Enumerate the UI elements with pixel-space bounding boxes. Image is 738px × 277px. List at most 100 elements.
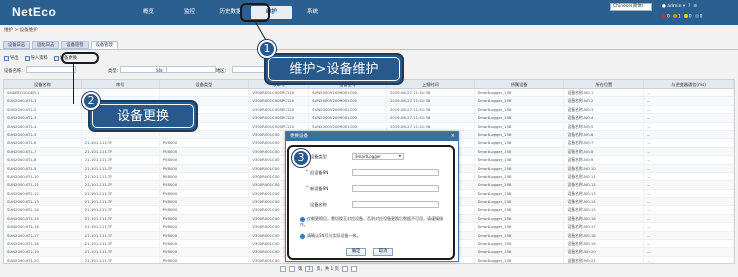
table-cell: 21-101-111-TF	[82, 214, 160, 223]
alarm-minor[interactable]: 0	[683, 14, 692, 20]
page-input[interactable]: 1	[305, 266, 314, 272]
last-page-button[interactable]	[350, 266, 357, 272]
table-cell: 21-101-111-TF	[82, 172, 160, 181]
breadcrumb: 维护 > 设备维护	[4, 28, 38, 33]
table-cell: SUN2000V200R001C00	[309, 122, 387, 130]
table-cell: --	[644, 231, 734, 240]
nav-overview[interactable]: 概览	[128, 6, 169, 19]
table-cell: SmartLogger_158	[475, 198, 565, 206]
table-cell: SmartLogger_158	[475, 172, 565, 181]
table-cell: SmartLogger_158	[475, 164, 565, 172]
table-cell: --	[644, 223, 734, 231]
table-cell: 设备名称-NO.9	[564, 156, 645, 164]
user-menu[interactable]: ● admin ▾ ? ≡	[662, 4, 697, 9]
col-header[interactable]: 所在位置	[564, 80, 645, 88]
table-cell: 21-101-111-TF	[82, 189, 160, 198]
export-icon	[4, 55, 9, 61]
table-cell: SUN2000V200R001C00	[309, 97, 387, 105]
table-cell: SmartLogger_158	[475, 122, 565, 130]
table-cell: 设备名称-NO.21	[564, 256, 645, 263]
first-page-button[interactable]	[280, 266, 286, 272]
table-cell: 设备名称-NO.10	[564, 164, 645, 172]
next-page-button[interactable]	[341, 266, 348, 272]
table-cell: V300R001C00SPC120	[249, 97, 310, 105]
step-badge-2: 2	[82, 92, 100, 110]
step-badge-1: 1	[258, 40, 276, 58]
table-cell: SUN2000-KTL-2	[4, 105, 82, 114]
help-icon[interactable]: ?	[687, 4, 690, 9]
alarm-warning[interactable]: 0	[694, 14, 703, 20]
filter-label-name: 设备名称：	[4, 69, 26, 74]
table-cell: SUN2000-KTL-12	[4, 189, 82, 198]
table-cell: SmartLogger_158	[475, 189, 565, 198]
table-cell: --	[644, 189, 734, 198]
table-cell: SUN2000-KTL-17	[4, 231, 82, 240]
tab-device-log[interactable]: 设备日志	[3, 41, 31, 49]
table-cell	[160, 130, 250, 139]
user-name: admin	[667, 4, 682, 9]
table-cell: --	[644, 89, 734, 97]
table-cell: PV8000	[160, 156, 250, 164]
tab-solidified-log[interactable]: 固化日志	[32, 41, 60, 49]
tab-device-inspection[interactable]: 设备巡检	[61, 41, 89, 49]
table-cell: SmartLogger_158	[475, 206, 565, 214]
table-cell: SmartLogger_158	[475, 240, 565, 248]
table-cell: 设备名称-NO.5	[564, 122, 645, 130]
table-cell: --	[644, 172, 734, 181]
table-cell: SmartLogger_158	[475, 256, 565, 263]
tab-device-management[interactable]: 设备管理	[90, 41, 118, 49]
col-header[interactable]: 设备类型	[160, 80, 250, 88]
table-cell: --	[644, 164, 734, 172]
col-header[interactable]: 所属设备	[475, 80, 565, 88]
menu-icon[interactable]: ≡	[692, 4, 697, 9]
table-cell: --	[644, 256, 734, 263]
table-cell: 设备名称-NO.17	[564, 223, 645, 231]
alarm-warning-icon	[694, 14, 699, 18]
export-button[interactable]: 导出	[4, 55, 19, 61]
table-cell: V300R001C00SPC120	[249, 114, 310, 122]
table-cell: SmartLogger_158	[475, 214, 565, 223]
table-cell: SmartLogger_158	[475, 89, 565, 97]
table-cell: 21-101-111-TF	[82, 223, 160, 231]
filter-sn-input[interactable]	[166, 66, 216, 73]
table-cell: SmartLogger_158	[475, 97, 565, 105]
table-cell: SmartLogger_158	[475, 114, 565, 122]
table-cell: V300R001C00SPC120	[249, 122, 310, 130]
close-icon[interactable]: ×	[451, 133, 455, 139]
language-select[interactable]: Chinese(简体)	[610, 3, 652, 11]
col-header[interactable]: 与逆变器通信(ms)	[644, 80, 734, 88]
callout-pointer-2	[72, 64, 74, 104]
col-header[interactable]: 设备名称	[4, 80, 82, 88]
table-cell: SUN2000-KTL-10	[4, 172, 82, 181]
table-cell: PV8000	[160, 139, 250, 147]
app-logo: NetEco	[12, 5, 57, 19]
table-cell: --	[644, 114, 734, 122]
col-header[interactable]: 串号	[82, 80, 160, 88]
alarm-critical[interactable]: 0	[662, 14, 670, 20]
table-cell: 设备名称-NO.11	[564, 172, 645, 181]
import-button[interactable]: 导入资料	[24, 55, 48, 61]
table-cell: SUN2000-KTL-4	[4, 122, 82, 130]
filter-name-input[interactable]	[26, 66, 76, 73]
table-cell: SUN2000-KTL-5	[4, 130, 82, 139]
table-cell: SUN2000-KTL-20	[4, 256, 82, 263]
dialog-title: 更换设备	[286, 132, 458, 141]
table-cell: 设备名称-NO.12	[564, 181, 645, 189]
alarm-major[interactable]: 1	[672, 14, 681, 20]
table-cell: SUN2000-KTL-7	[4, 147, 82, 156]
table-cell: PV8000	[160, 214, 250, 223]
highlight-replace-button	[61, 52, 99, 64]
callout-frame	[92, 104, 194, 128]
table-cell: 21-101-111-TF	[82, 156, 160, 164]
table-cell: 设备名称-NO.14	[564, 198, 645, 206]
table-cell: 设备名称-NO.20	[564, 248, 645, 256]
highlight-dialog	[287, 145, 455, 260]
table-row[interactable]: SMARTLOGGER-1 V300R001C00SPC120 SUN2000V20…	[4, 89, 734, 98]
prev-page-button[interactable]	[289, 266, 295, 272]
nav-monitor[interactable]: 监控	[169, 6, 210, 19]
callout-frame	[268, 57, 400, 81]
nav-system[interactable]: 系统	[292, 6, 333, 19]
table-cell: 21-101-111-TF	[82, 164, 160, 172]
table-cell	[82, 130, 160, 139]
table-cell: --	[644, 248, 734, 256]
